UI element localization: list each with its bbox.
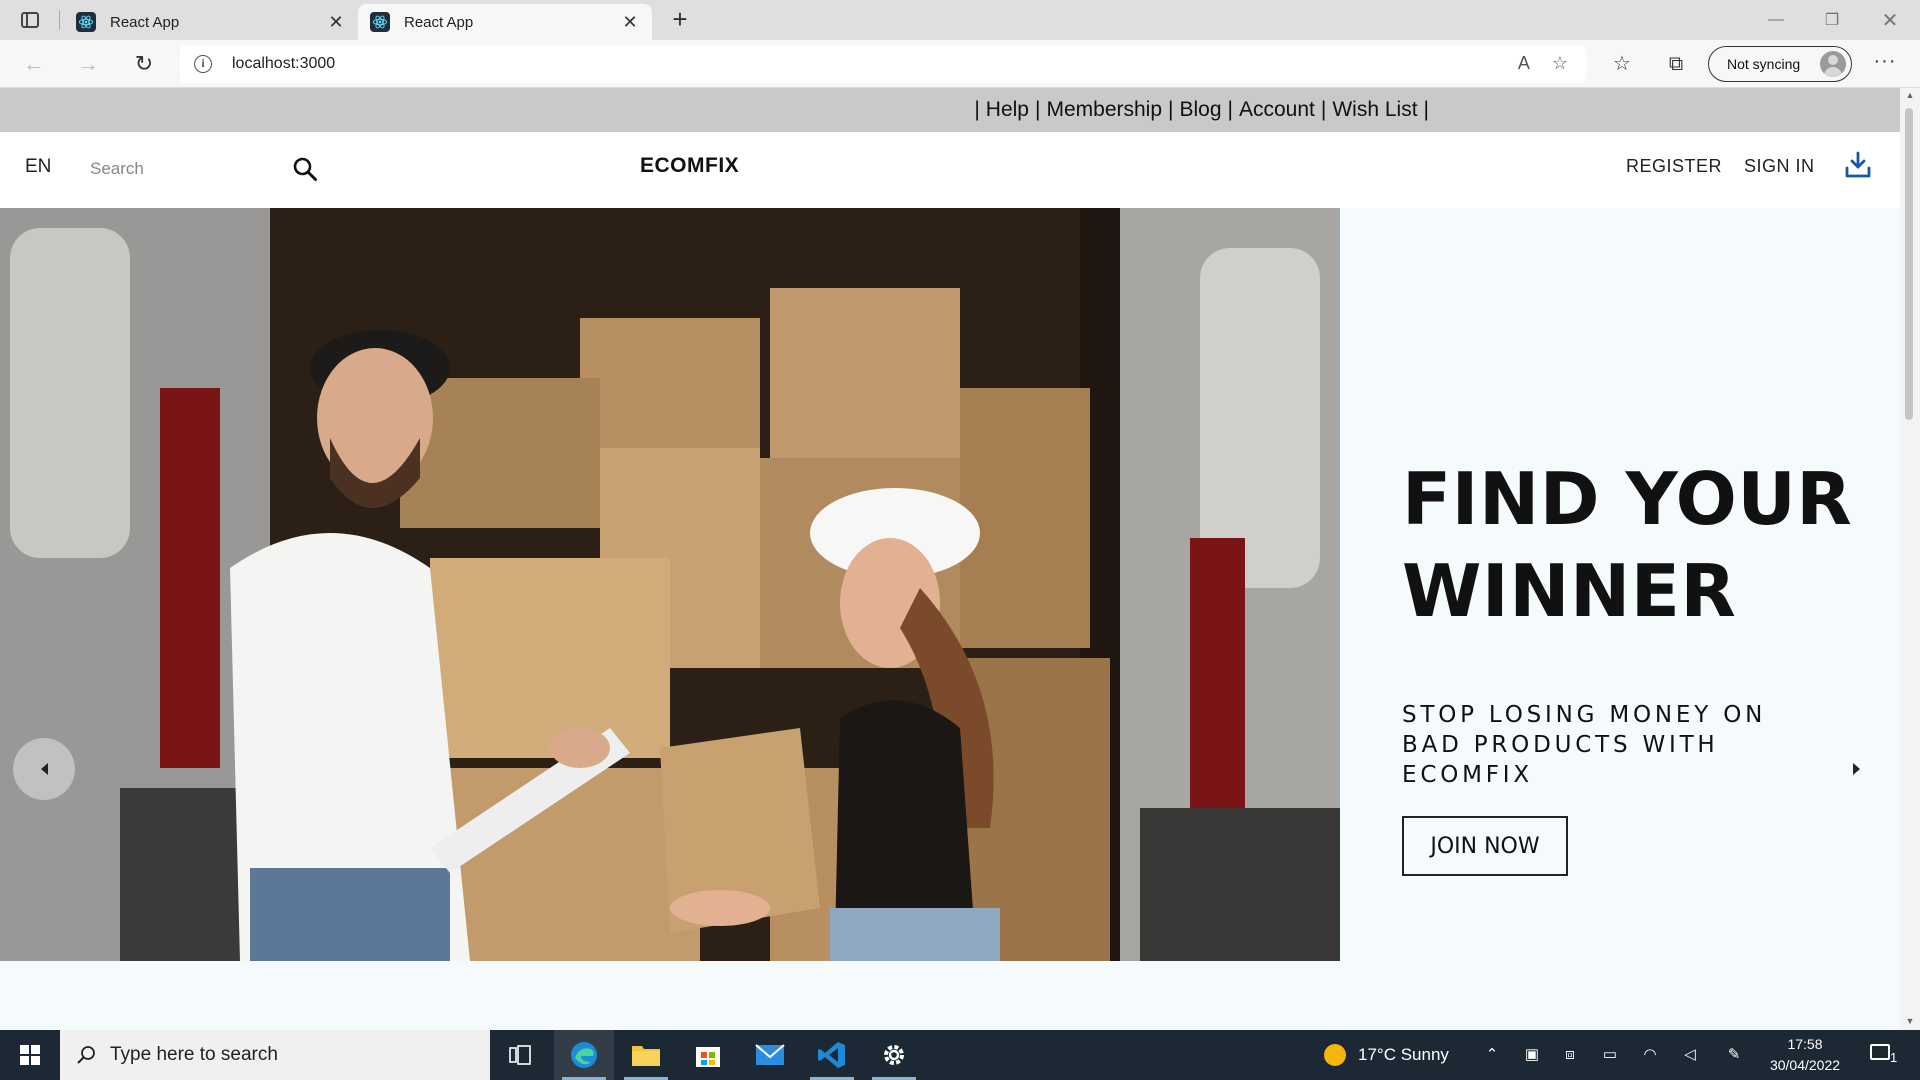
delivery-photo (0, 208, 1340, 961)
back-arrow-icon[interactable]: ← (18, 48, 50, 80)
site-search-input[interactable] (90, 152, 250, 186)
hero-title-line1: FIND YOUR (1402, 457, 1853, 541)
register-link[interactable]: REGISTER (1626, 156, 1722, 177)
hero-image (0, 208, 1340, 961)
link-separator: | (1168, 98, 1174, 121)
profile-sync-button[interactable]: Not syncing (1708, 46, 1852, 82)
new-tab-button[interactable]: + (666, 6, 694, 34)
close-window-icon[interactable]: ✕ (1862, 0, 1918, 40)
profile-avatar-icon (1820, 51, 1846, 77)
browser-tab-2[interactable]: React App ✕ (358, 4, 652, 40)
join-now-button[interactable]: JOIN NOW (1402, 816, 1568, 876)
browser-tab-strip: React App ✕ React App ✕ + — ❐ ✕ (0, 0, 1920, 40)
download-icon[interactable] (1845, 151, 1871, 179)
tab-actions-button[interactable] (16, 8, 44, 32)
weather-widget[interactable]: 17°C Sunny (1324, 1030, 1449, 1080)
tab-close-icon[interactable]: ✕ (326, 12, 346, 33)
language-selector[interactable]: EN (25, 156, 51, 178)
slider-prev-button[interactable] (13, 738, 75, 800)
site-navbar: EN ECOMFIX REGISTER SIGN IN (0, 132, 1900, 208)
react-favicon-icon (76, 12, 96, 32)
link-separator: | (974, 98, 980, 121)
mail-icon[interactable] (740, 1030, 800, 1080)
windows-taskbar: Type here to search 17°C Sunny ⌃ ▣ ⧈ ▭ ◠… (0, 1030, 1920, 1080)
clock-time: 17:58 (1787, 1036, 1823, 1052)
reload-icon[interactable]: ↻ (128, 48, 160, 80)
more-options-icon[interactable]: ··· (1870, 50, 1900, 78)
hero-title: FIND YOUR WINNER (1402, 453, 1882, 637)
react-favicon-icon (370, 12, 390, 32)
sign-in-link[interactable]: SIGN IN (1744, 156, 1815, 177)
url-text: localhost:3000 (232, 55, 336, 72)
meet-now-icon[interactable]: ▣ (1522, 1045, 1542, 1065)
notification-icon (1870, 1044, 1890, 1060)
tab-close-icon[interactable]: ✕ (620, 12, 640, 33)
scroll-down-icon[interactable]: ▼ (1904, 1016, 1916, 1026)
pen-icon[interactable]: ✎ (1724, 1045, 1744, 1065)
site-logo[interactable]: ECOMFIX (640, 154, 739, 178)
tab-title: React App (404, 13, 474, 31)
display-icon[interactable]: ⧈ (1560, 1045, 1580, 1065)
sun-icon (1324, 1044, 1346, 1066)
volume-icon[interactable]: ◁ (1680, 1045, 1700, 1065)
minimize-icon[interactable]: — (1748, 0, 1804, 40)
vscode-icon[interactable] (802, 1030, 862, 1080)
slider-next-button[interactable] (1825, 738, 1887, 800)
clock-date: 30/04/2022 (1769, 1057, 1841, 1073)
start-button[interactable] (0, 1030, 60, 1080)
tab-title: React App (110, 13, 180, 31)
hero-title-line2: WINNER (1402, 549, 1737, 633)
add-favorite-icon[interactable]: ☆ (1552, 53, 1568, 74)
membership-link[interactable]: Membership (1046, 98, 1162, 122)
battery-icon[interactable]: ▭ (1600, 1045, 1620, 1065)
wifi-icon[interactable]: ◠ (1640, 1045, 1660, 1065)
collections-icon[interactable]: ⧉ (1662, 52, 1690, 76)
link-separator: | (1035, 98, 1041, 121)
favorites-icon[interactable]: ☆ (1608, 52, 1636, 76)
settings-gear-icon[interactable] (864, 1030, 924, 1080)
read-aloud-icon[interactable]: A (1518, 53, 1530, 74)
top-links-bar: | Help | Membership | Blog | Account | W… (0, 88, 1900, 132)
taskbar-search-placeholder: Type here to search (110, 1044, 278, 1065)
file-explorer-icon[interactable] (616, 1030, 676, 1080)
scrollbar-thumb[interactable] (1905, 108, 1913, 420)
blog-link[interactable]: Blog (1179, 98, 1221, 122)
page-scrollbar[interactable]: ▲ ▼ (1900, 88, 1920, 1030)
notification-count: 1 (1890, 1050, 1898, 1065)
page-viewport: | Help | Membership | Blog | Account | W… (0, 88, 1900, 1030)
taskbar-search-box[interactable]: Type here to search (60, 1030, 490, 1080)
site-info-icon[interactable]: i (194, 55, 212, 73)
microsoft-store-icon[interactable] (678, 1030, 738, 1080)
hero-subtitle: STOP LOSING MONEY ON BAD PRODUCTS WITH E… (1402, 702, 1767, 788)
restore-icon[interactable]: ❐ (1804, 0, 1860, 40)
link-separator: | (1227, 98, 1233, 121)
task-view-icon[interactable] (490, 1030, 550, 1080)
show-hidden-icons-chevron-icon[interactable]: ⌃ (1482, 1045, 1502, 1065)
browser-toolbar: ← → ↻ i localhost:3000 A ☆ ☆ ⧉ Not synci… (0, 40, 1920, 88)
notification-center-button[interactable]: 1 (1866, 1040, 1906, 1070)
chevron-right-icon (1852, 763, 1860, 775)
edge-browser-icon[interactable] (554, 1030, 614, 1080)
link-separator: | (1423, 98, 1429, 121)
search-icon[interactable] (292, 156, 318, 182)
browser-tab-1[interactable]: React App ✕ (64, 4, 358, 40)
scroll-up-icon[interactable]: ▲ (1904, 90, 1916, 100)
wish-list-link[interactable]: Wish List (1332, 98, 1417, 122)
windows-logo-icon (20, 1045, 40, 1065)
account-link[interactable]: Account (1239, 98, 1315, 122)
tab-separator (59, 10, 60, 30)
address-bar[interactable]: i localhost:3000 A ☆ (180, 45, 1586, 83)
forward-arrow-icon[interactable]: → (72, 48, 104, 80)
tab-actions-icon (21, 12, 39, 28)
chevron-left-icon (40, 763, 48, 775)
sync-status-label: Not syncing (1727, 56, 1801, 72)
taskbar-clock[interactable]: 17:58 30/04/2022 (1760, 1034, 1850, 1076)
link-separator: | (1320, 98, 1327, 121)
help-link[interactable]: Help (986, 98, 1029, 122)
hero-slider: FIND YOUR WINNER STOP LOSING MONEY ON BA… (0, 208, 1900, 961)
weather-text: 17°C Sunny (1358, 1045, 1449, 1064)
search-icon (77, 1046, 95, 1064)
